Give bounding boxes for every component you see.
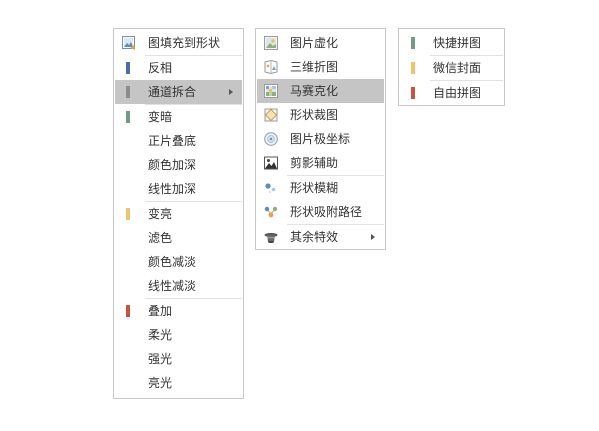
- menu-item-label: 叠加: [148, 304, 173, 318]
- menu-item-label: 变暗: [148, 110, 173, 124]
- menu-item-label: 剪影辅助: [290, 156, 339, 170]
- menu-item-label: 形状吸附路径: [290, 205, 363, 219]
- magic-hat-icon: [264, 233, 278, 243]
- menu-item-wechat-cover[interactable]: 微信封面: [400, 56, 503, 80]
- menu-item-channel-split[interactable]: 通道拆合: [115, 80, 242, 104]
- gray-bar-icon: [126, 86, 130, 98]
- menu-item-label: 变亮: [148, 207, 173, 221]
- shape-crop-icon: [264, 108, 278, 122]
- 3d-fold-icon: [264, 59, 278, 75]
- yellow-bar-icon: [126, 208, 130, 220]
- menu-item-free-collage[interactable]: 自由拼图: [400, 81, 503, 105]
- menu-item-mosaic[interactable]: 马赛克化: [257, 79, 384, 103]
- red-bar-icon: [411, 87, 415, 99]
- menu-item-overlay[interactable]: 叠加: [115, 299, 242, 323]
- menu-item-label: 图片虚化: [290, 36, 339, 50]
- green-bar-icon: [411, 37, 415, 49]
- mosaic-icon: [264, 84, 278, 98]
- menu-item-polar-coordinates[interactable]: 图片极坐标: [257, 127, 384, 151]
- menu-item-multiply[interactable]: 正片叠底: [115, 129, 242, 153]
- submenu-arrow-icon: [371, 234, 375, 240]
- menu-item-fill-image-to-shape[interactable]: 图填充到形状: [115, 31, 242, 55]
- image-effects-menu: 图片虚化 三维折图 马赛克化 形状裁图 图片极坐标 剪影辅助 形状模糊 形状吸附…: [255, 28, 386, 250]
- menu-item-quick-collage[interactable]: 快捷拼图: [400, 31, 503, 55]
- menu-item-label: 图填充到形状: [148, 36, 221, 50]
- menu-item-soft-light[interactable]: 柔光: [115, 323, 242, 347]
- menu-item-picture-blur[interactable]: 图片虚化: [257, 31, 384, 55]
- silhouette-icon: [264, 156, 278, 170]
- blue-bar-icon: [126, 62, 130, 74]
- green-bar-icon: [126, 111, 130, 123]
- menu-item-shape-crop[interactable]: 形状裁图: [257, 103, 384, 127]
- menu-item-label: 自由拼图: [433, 86, 482, 100]
- image-fill-icon: [122, 36, 135, 50]
- menu-item-linear-dodge[interactable]: 线性减淡: [115, 274, 242, 298]
- menu-item-color-dodge[interactable]: 颜色减淡: [115, 250, 242, 274]
- yellow-bar-icon: [411, 62, 415, 74]
- menu-item-label: 柔光: [148, 328, 173, 342]
- channel-split-submenu: 快捷拼图 微信封面 自由拼图: [398, 28, 505, 106]
- menu-item-linear-burn[interactable]: 线性加深: [115, 177, 242, 201]
- menu-item-label: 线性减淡: [148, 279, 197, 293]
- picture-blur-icon: [264, 36, 278, 50]
- menu-item-shape-blur[interactable]: 形状模糊: [257, 176, 384, 200]
- blend-mode-menu: 图填充到形状 反相 通道拆合 变暗 正片叠底 颜色加深 线性加深 变亮 滤色 颜…: [113, 28, 244, 399]
- menu-item-darken[interactable]: 变暗: [115, 105, 242, 129]
- menu-item-lighten[interactable]: 变亮: [115, 202, 242, 226]
- menu-item-label: 正片叠底: [148, 134, 197, 148]
- shape-blur-icon: [265, 183, 276, 194]
- menu-item-label: 微信封面: [433, 61, 482, 75]
- menu-item-vivid-light[interactable]: 亮光: [115, 371, 242, 395]
- menu-item-invert[interactable]: 反相: [115, 56, 242, 80]
- submenu-arrow-icon: [229, 89, 233, 95]
- menu-item-label: 颜色加深: [148, 158, 197, 172]
- menu-item-label: 通道拆合: [148, 85, 197, 99]
- menu-item-label: 亮光: [148, 376, 173, 390]
- shape-path-snap-icon: [264, 206, 278, 218]
- menu-item-label: 滤色: [148, 231, 173, 245]
- menu-item-label: 三维折图: [290, 60, 339, 74]
- menu-item-label: 快捷拼图: [433, 36, 482, 50]
- menu-item-more-effects[interactable]: 其余特效: [257, 225, 384, 249]
- menu-item-shape-path-snap[interactable]: 形状吸附路径: [257, 200, 384, 224]
- menu-item-label: 图片极坐标: [290, 132, 351, 146]
- menu-item-hard-light[interactable]: 强光: [115, 347, 242, 371]
- menu-item-label: 强光: [148, 352, 173, 366]
- menu-item-label: 形状裁图: [290, 108, 339, 122]
- menu-item-label: 形状模糊: [290, 181, 339, 195]
- red-bar-icon: [126, 305, 130, 317]
- menu-item-silhouette[interactable]: 剪影辅助: [257, 151, 384, 175]
- menu-item-label: 颜色减淡: [148, 255, 197, 269]
- polar-coordinates-icon: [264, 132, 278, 146]
- menu-item-screen[interactable]: 滤色: [115, 226, 242, 250]
- menu-item-label: 反相: [148, 61, 173, 75]
- menu-item-label: 马赛克化: [290, 84, 339, 98]
- menu-item-3d-fold[interactable]: 三维折图: [257, 55, 384, 79]
- menu-item-label: 其余特效: [290, 230, 339, 244]
- menu-item-label: 线性加深: [148, 182, 197, 196]
- menu-item-color-burn[interactable]: 颜色加深: [115, 153, 242, 177]
